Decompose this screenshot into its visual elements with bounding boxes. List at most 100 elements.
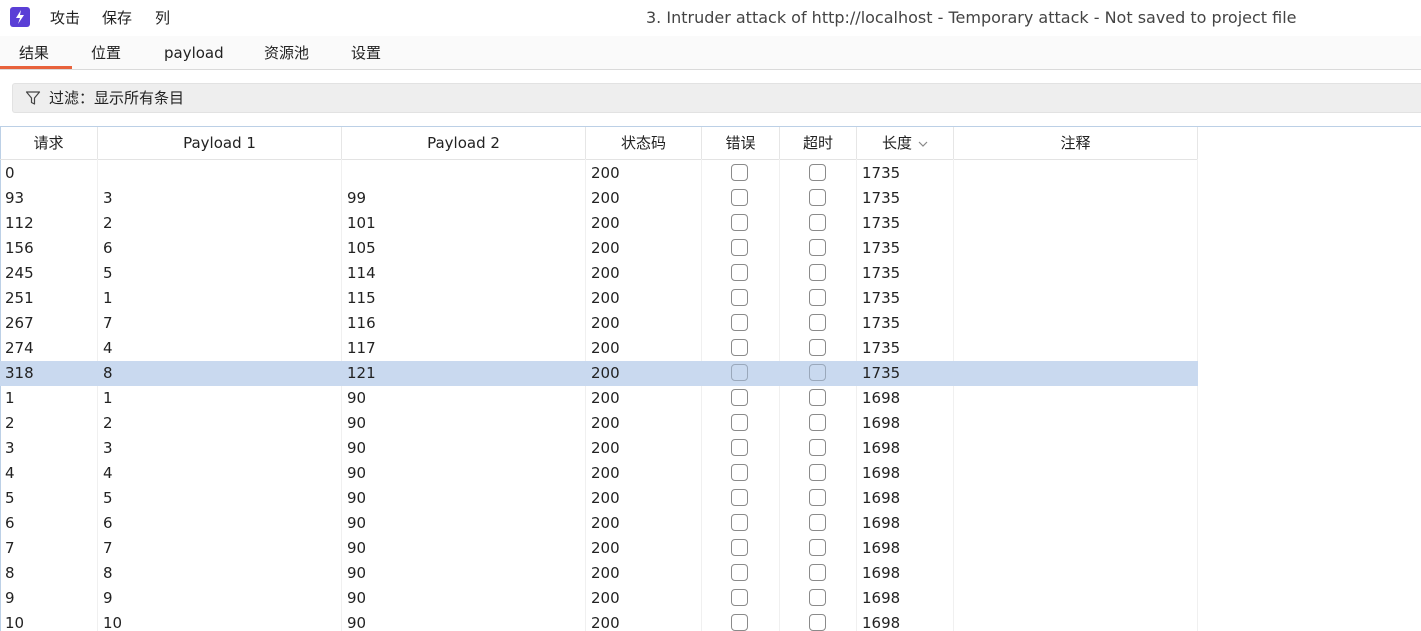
cell-payload1: 6	[103, 514, 113, 532]
table-row[interactable]: 1 1 90 200 1698	[0, 386, 1198, 411]
timeout-checkbox[interactable]	[809, 539, 826, 556]
app-logo-icon	[10, 7, 30, 27]
timeout-checkbox[interactable]	[809, 264, 826, 281]
timeout-checkbox[interactable]	[809, 614, 826, 631]
table-row[interactable]: 3 3 90 200 1698	[0, 436, 1198, 461]
column-header-payload2[interactable]: Payload 2	[342, 127, 586, 159]
column-header-timeout[interactable]: 超时	[780, 127, 857, 159]
cell-status: 200	[591, 314, 620, 332]
column-header-status[interactable]: 状态码	[586, 127, 702, 159]
timeout-checkbox[interactable]	[809, 339, 826, 356]
timeout-checkbox[interactable]	[809, 314, 826, 331]
cell-status: 200	[591, 514, 620, 532]
table-row[interactable]: 156 6 105 200 1735	[0, 236, 1198, 261]
table-row[interactable]: 2 2 90 200 1698	[0, 411, 1198, 436]
tab-results[interactable]: 结果	[19, 44, 49, 62]
error-checkbox[interactable]	[731, 464, 748, 481]
error-checkbox[interactable]	[731, 539, 748, 556]
table-row[interactable]: 5 5 90 200 1698	[0, 486, 1198, 511]
cell-comment	[954, 461, 1198, 486]
menu-save[interactable]: 保存	[102, 9, 132, 27]
table-row[interactable]: 93 3 99 200 1735	[0, 186, 1198, 211]
timeout-checkbox[interactable]	[809, 514, 826, 531]
column-header-payload1[interactable]: Payload 1	[98, 127, 342, 159]
error-checkbox[interactable]	[731, 439, 748, 456]
error-checkbox[interactable]	[731, 564, 748, 581]
cell-request: 0	[5, 164, 15, 182]
menu-attack[interactable]: 攻击	[50, 9, 80, 27]
error-checkbox[interactable]	[731, 289, 748, 306]
timeout-checkbox[interactable]	[809, 564, 826, 581]
tab-resource-pool[interactable]: 资源池	[264, 44, 309, 62]
timeout-checkbox[interactable]	[809, 289, 826, 306]
table-row[interactable]: 0 200 1735	[0, 161, 1198, 186]
cell-status: 200	[591, 439, 620, 457]
cell-request: 3	[5, 439, 15, 457]
error-checkbox[interactable]	[731, 239, 748, 256]
cell-payload2: 101	[347, 214, 376, 232]
error-checkbox[interactable]	[731, 614, 748, 631]
cell-payload2: 90	[347, 464, 367, 482]
window-title: 3. Intruder attack of http://localhost -…	[646, 8, 1297, 27]
timeout-checkbox[interactable]	[809, 214, 826, 231]
error-checkbox[interactable]	[731, 264, 748, 281]
error-checkbox[interactable]	[731, 414, 748, 431]
cell-payload2: 90	[347, 614, 367, 631]
cell-status: 200	[591, 339, 620, 357]
tab-settings[interactable]: 设置	[351, 44, 381, 62]
tab-positions[interactable]: 位置	[91, 44, 121, 62]
cell-length: 1735	[862, 189, 901, 207]
table-row[interactable]: 318 8 121 200 1735	[0, 361, 1198, 386]
cell-request: 5	[5, 489, 15, 507]
cell-comment	[954, 561, 1198, 586]
table-row[interactable]: 6 6 90 200 1698	[0, 511, 1198, 536]
cell-comment	[954, 261, 1198, 286]
timeout-checkbox[interactable]	[809, 439, 826, 456]
timeout-checkbox[interactable]	[809, 414, 826, 431]
timeout-checkbox[interactable]	[809, 164, 826, 181]
timeout-checkbox[interactable]	[809, 389, 826, 406]
timeout-checkbox[interactable]	[809, 239, 826, 256]
error-checkbox[interactable]	[731, 314, 748, 331]
column-header-request[interactable]: 请求	[0, 127, 98, 159]
timeout-checkbox[interactable]	[809, 489, 826, 506]
timeout-checkbox[interactable]	[809, 589, 826, 606]
timeout-checkbox[interactable]	[809, 364, 826, 381]
error-checkbox[interactable]	[731, 389, 748, 406]
column-header-length[interactable]: 长度	[857, 127, 954, 159]
error-checkbox[interactable]	[731, 214, 748, 231]
cell-payload1: 4	[103, 464, 113, 482]
cell-comment	[954, 286, 1198, 311]
menu-columns[interactable]: 列	[155, 9, 170, 27]
cell-comment	[954, 361, 1198, 386]
tab-payload[interactable]: payload	[164, 44, 224, 62]
cell-length: 1735	[862, 214, 901, 232]
table-row[interactable]: 245 5 114 200 1735	[0, 261, 1198, 286]
error-checkbox[interactable]	[731, 489, 748, 506]
column-header-error[interactable]: 错误	[702, 127, 780, 159]
error-checkbox[interactable]	[731, 189, 748, 206]
error-checkbox[interactable]	[731, 364, 748, 381]
table-row[interactable]: 10 10 90 200 1698	[0, 611, 1198, 631]
cell-payload1: 3	[103, 189, 113, 207]
table-row[interactable]: 112 2 101 200 1735	[0, 211, 1198, 236]
cell-comment	[954, 436, 1198, 461]
error-checkbox[interactable]	[731, 339, 748, 356]
error-checkbox[interactable]	[731, 514, 748, 531]
table-row[interactable]: 8 8 90 200 1698	[0, 561, 1198, 586]
cell-payload2: 105	[347, 239, 376, 257]
timeout-checkbox[interactable]	[809, 189, 826, 206]
table-row[interactable]: 251 1 115 200 1735	[0, 286, 1198, 311]
results-table: 请求 Payload 1 Payload 2 状态码 错误 超时 长度 注释 0…	[0, 126, 1421, 631]
table-row[interactable]: 267 7 116 200 1735	[0, 311, 1198, 336]
column-header-comment[interactable]: 注释	[954, 127, 1198, 159]
error-checkbox[interactable]	[731, 589, 748, 606]
table-row[interactable]: 4 4 90 200 1698	[0, 461, 1198, 486]
error-checkbox[interactable]	[731, 164, 748, 181]
cell-length: 1735	[862, 314, 901, 332]
table-row[interactable]: 274 4 117 200 1735	[0, 336, 1198, 361]
filter-bar[interactable]: 过滤：显示所有条目	[12, 83, 1421, 113]
timeout-checkbox[interactable]	[809, 464, 826, 481]
table-row[interactable]: 7 7 90 200 1698	[0, 536, 1198, 561]
table-row[interactable]: 9 9 90 200 1698	[0, 586, 1198, 611]
